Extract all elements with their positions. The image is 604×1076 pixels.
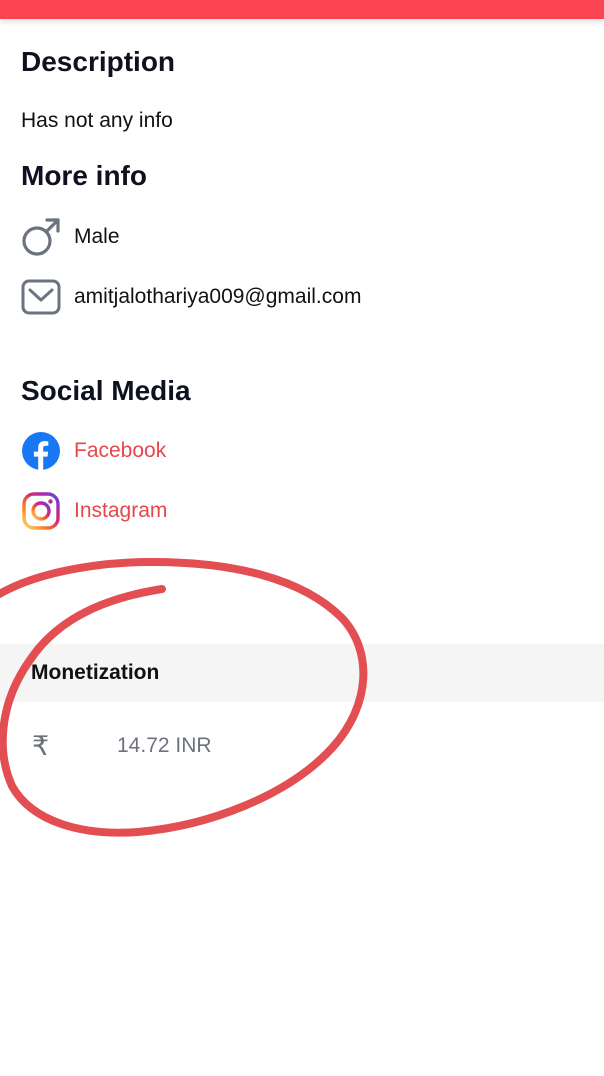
- monetization-header: Monetization: [0, 644, 604, 702]
- more-info-heading: More info: [21, 160, 147, 191]
- monetization-row: ₹ 14.72 INR: [0, 720, 604, 774]
- email-value: amitjalothariya009@gmail.com: [74, 285, 362, 308]
- gender-row: Male: [21, 217, 120, 257]
- instagram-link[interactable]: Instagram: [21, 491, 167, 531]
- email-row[interactable]: amitjalothariya009@gmail.com: [21, 277, 361, 317]
- mail-icon: [21, 277, 61, 317]
- rupee-icon: ₹: [32, 731, 50, 762]
- facebook-link[interactable]: Facebook: [21, 431, 166, 471]
- social-media-heading: Social Media: [21, 375, 191, 406]
- monetization-heading: Monetization: [31, 661, 160, 684]
- facebook-label[interactable]: Facebook: [74, 438, 166, 464]
- description-text: Has not any info: [21, 109, 173, 132]
- monetization-amount: 14.72 INR: [117, 734, 212, 757]
- instagram-label[interactable]: Instagram: [74, 498, 167, 524]
- male-icon: [21, 217, 61, 257]
- profile-page: Description Has not any info More info M…: [0, 0, 604, 1076]
- description-heading: Description: [21, 46, 176, 77]
- instagram-icon: [21, 491, 61, 531]
- gender-value: Male: [74, 225, 120, 248]
- header-bar: [0, 0, 604, 19]
- facebook-icon: [21, 431, 61, 471]
